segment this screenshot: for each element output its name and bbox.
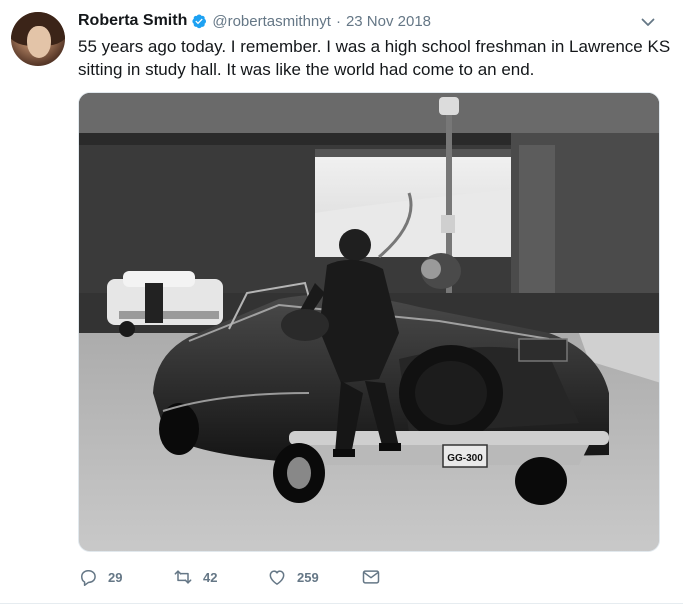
- tweet-text-line-1: 55 years ago today. I remember. I was a …: [78, 37, 671, 56]
- author-handle[interactable]: @robertasmithnyt: [212, 13, 331, 30]
- like-icon: [269, 570, 285, 585]
- retweet-count: 42: [203, 569, 218, 585]
- tweet-header: Roberta Smith @robertasmithnyt · 23 Nov …: [78, 11, 431, 31]
- reply-icon: [81, 570, 96, 586]
- avatar[interactable]: [11, 12, 65, 66]
- tweet-text: 55 years ago today. I remember. I was a …: [78, 35, 671, 81]
- reply-count: 29: [108, 569, 123, 585]
- tweet-date[interactable]: 23 Nov 2018: [346, 13, 431, 30]
- like-button[interactable]: 259: [267, 567, 361, 587]
- retweet-icon: [174, 570, 192, 584]
- reply-button[interactable]: 29: [78, 567, 173, 587]
- chevron-down-icon[interactable]: [640, 14, 656, 30]
- direct-message-icon: [362, 570, 380, 584]
- author-name[interactable]: Roberta Smith: [78, 12, 187, 30]
- retweet-button[interactable]: 42: [173, 567, 267, 587]
- tweet-text-line-2: sitting in study hall. It was like the w…: [78, 60, 535, 79]
- direct-message-button[interactable]: [361, 567, 391, 587]
- separator-dot: ·: [335, 12, 341, 30]
- tweet-photo[interactable]: GG-300: [78, 92, 660, 552]
- like-count: 259: [297, 569, 319, 585]
- verified-badge-icon: [191, 13, 207, 29]
- tweet[interactable]: Roberta Smith @robertasmithnyt · 23 Nov …: [0, 0, 683, 604]
- tweet-actions: 29 42 259: [78, 566, 391, 588]
- license-plate: GG-300: [447, 453, 483, 464]
